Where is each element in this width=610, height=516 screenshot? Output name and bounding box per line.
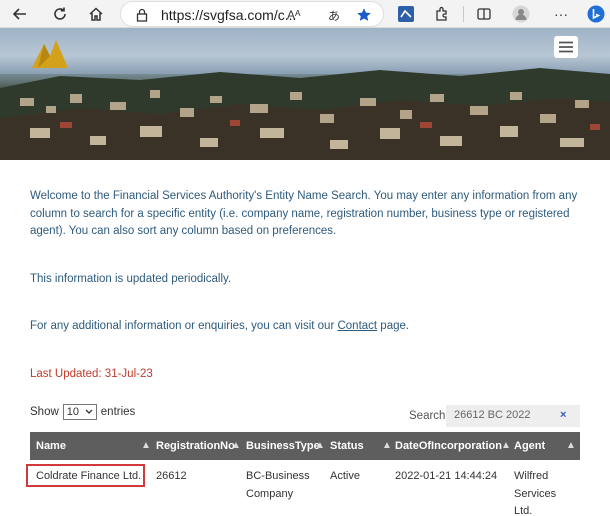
column-date-of-incorporation[interactable]: DateOfIncorporation: [395, 432, 502, 460]
cell-status: Active: [330, 470, 360, 482]
column-business-type[interactable]: BusinessType: [246, 432, 320, 460]
highlight-box: [26, 464, 145, 487]
back-icon[interactable]: [8, 2, 32, 26]
hero-banner: [0, 28, 610, 160]
address-bar[interactable]: https://svgfsa.com/c... Aᴬ あ: [120, 1, 384, 27]
contact-paragraph: For any additional information or enquir…: [30, 318, 409, 336]
profile-avatar-icon[interactable]: [509, 2, 533, 26]
clear-search-button[interactable]: ×: [560, 409, 566, 421]
lock-icon[interactable]: [133, 6, 151, 24]
entries-label: entries: [100, 406, 136, 418]
intro-paragraph: Welcome to the Financial Services Author…: [30, 190, 578, 237]
column-status[interactable]: Status: [330, 432, 364, 460]
contact-link[interactable]: Contact: [337, 320, 377, 332]
screenshot-extension-icon[interactable]: [394, 2, 418, 26]
entries-value: 10: [66, 406, 80, 418]
menu-icon: [559, 41, 573, 53]
contact-text-after: page.: [377, 320, 410, 332]
cell-registration-no: 26612: [156, 470, 187, 482]
business-type-line: BC-Business: [246, 470, 310, 482]
table-header: Name ▲︎ RegistrationNo ▲︎ BusinessType ▲…: [30, 432, 580, 460]
chevron-down-icon: [85, 409, 93, 414]
hamburger-menu-button[interactable]: [554, 36, 578, 58]
split-screen-icon[interactable]: [472, 2, 496, 26]
refresh-icon[interactable]: [48, 2, 72, 26]
more-menu-icon[interactable]: ···: [549, 2, 573, 26]
home-icon[interactable]: [84, 2, 108, 26]
town-aerial-image: [0, 68, 610, 160]
cell-agent: Wilfred Services Ltd.: [514, 468, 556, 516]
url-text[interactable]: https://svgfsa.com/c...: [161, 7, 296, 23]
translate-icon[interactable]: あ: [325, 6, 343, 24]
sort-icon[interactable]: ▲︎: [382, 440, 392, 451]
extensions-icon[interactable]: [430, 2, 454, 26]
contact-text-before: For any additional information or enquir…: [30, 320, 338, 332]
read-aloud-icon[interactable]: Aᴬ: [287, 6, 300, 24]
fsa-logo[interactable]: [30, 38, 70, 75]
update-notice: This information is updated periodically…: [30, 273, 232, 285]
sort-icon[interactable]: ▲︎: [501, 440, 511, 451]
favorite-star-icon[interactable]: [355, 6, 373, 24]
agent-line: Wilfred: [514, 470, 549, 482]
browser-toolbar: https://svgfsa.com/c... Aᴬ あ ···: [0, 0, 610, 28]
sort-icon[interactable]: ▲︎: [566, 440, 576, 451]
sort-icon[interactable]: ▲︎: [231, 440, 241, 451]
entries-select[interactable]: 10: [62, 404, 97, 420]
last-updated: Last Updated: 31-Jul-23: [30, 368, 153, 380]
page-length-control: Show 10 entries: [30, 404, 135, 420]
agent-line: Services: [514, 487, 557, 500]
column-name[interactable]: Name: [36, 432, 66, 460]
search-label: Search:: [409, 410, 449, 422]
business-type-line: Company: [246, 487, 294, 500]
cell-business-type: BC-Business Company: [246, 468, 310, 503]
sort-icon[interactable]: ▲︎: [141, 440, 151, 451]
column-agent[interactable]: Agent: [514, 432, 545, 460]
cell-date: 2022-01-21 14:44:24: [395, 470, 498, 482]
bing-copilot-icon[interactable]: [584, 2, 608, 26]
agent-line: Ltd.: [514, 505, 533, 516]
show-label: Show: [30, 406, 59, 418]
column-registration-no[interactable]: RegistrationNo: [156, 432, 235, 460]
sort-icon[interactable]: ▲︎: [315, 440, 325, 451]
toolbar-divider: [463, 6, 464, 22]
